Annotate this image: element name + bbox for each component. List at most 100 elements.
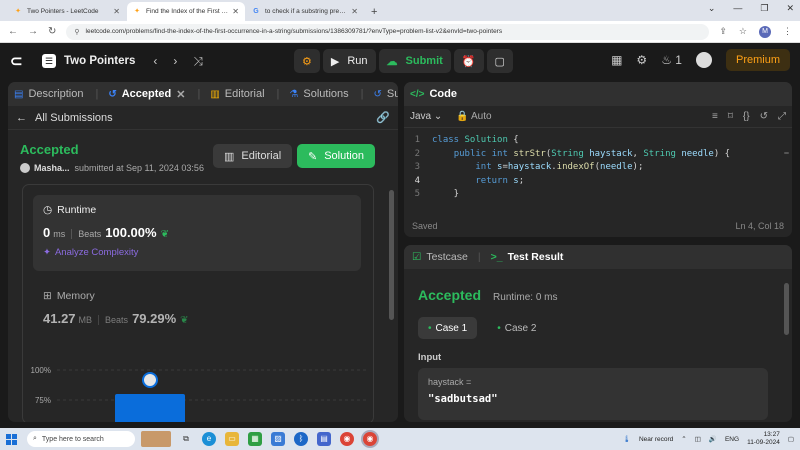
- tab-editorial[interactable]: ▥ Editorial: [210, 88, 264, 100]
- share-icon[interactable]: ⇪: [719, 26, 727, 37]
- submit-button[interactable]: ☁ Submit: [378, 49, 451, 73]
- performance-box: ◷ Runtime 0 ms Beats 100.00% ❦ ✦ Analyze C…: [22, 184, 374, 422]
- close-tab-icon[interactable]: ✕: [113, 7, 120, 16]
- leetcode-navbar: ⊂ ☰ Two Pointers ‹ › ⤨ ⚙ ▶ Run ☁ Submit ⏰ …: [0, 43, 800, 79]
- braces-icon[interactable]: {}: [743, 111, 750, 122]
- left-panel-scrollbar[interactable]: [389, 190, 394, 320]
- analyze-complexity-link[interactable]: ✦ Analyze Complexity: [43, 247, 351, 258]
- close-tab-icon[interactable]: ✕: [351, 7, 358, 16]
- runtime-distribution-chart: 100% 75%: [31, 366, 368, 422]
- bookmark-icon[interactable]: ⌑: [728, 111, 733, 122]
- edge-icon[interactable]: e: [202, 432, 216, 446]
- browser-tab-two-pointers[interactable]: ✦ Two Pointers - LeetCode ✕: [8, 2, 126, 21]
- file-explorer-icon[interactable]: ▭: [225, 432, 239, 446]
- chrome-active-icon[interactable]: ◉: [363, 432, 377, 446]
- windows-start-icon[interactable]: [6, 433, 17, 445]
- bluetooth-icon[interactable]: ᛒ: [294, 432, 308, 446]
- calendar-icon[interactable]: ▤: [317, 432, 331, 446]
- format-icon[interactable]: ≡: [712, 111, 718, 122]
- chevron-down-icon[interactable]: ⌄: [708, 3, 716, 14]
- task-view-icon[interactable]: ⧉: [179, 432, 193, 446]
- close-window-icon[interactable]: ✕: [786, 3, 794, 14]
- runtime-card[interactable]: ◷ Runtime 0 ms Beats 100.00% ❦ ✦ Analyze C…: [33, 195, 361, 271]
- user-avatar[interactable]: [695, 52, 712, 68]
- fullscreen-icon[interactable]: ⤢: [778, 111, 786, 122]
- arrow-left-icon[interactable]: ←: [16, 112, 27, 124]
- auto-mode-toggle[interactable]: 🔒 Auto: [456, 111, 491, 122]
- notifications-icon[interactable]: ▢: [788, 435, 794, 443]
- reset-icon[interactable]: ↺: [760, 111, 768, 122]
- tab-submissions[interactable]: ↺ Submission: [374, 88, 399, 100]
- solution-button[interactable]: ✎ Solution: [297, 144, 375, 168]
- submission-panel: ▤ Description | ↺ Accepted ✕ | ▥ Editorial |…: [8, 82, 398, 422]
- memory-beats-pct: 79.29%: [132, 311, 177, 326]
- back-icon[interactable]: ←: [8, 26, 18, 37]
- next-problem-icon[interactable]: ›: [173, 54, 177, 68]
- forward-icon[interactable]: →: [28, 26, 38, 37]
- site-info-icon[interactable]: ⚲: [74, 28, 79, 36]
- tab-testcase[interactable]: ☑ Testcase: [412, 251, 468, 263]
- layout-grid-icon[interactable]: ▦: [611, 53, 622, 67]
- url-field[interactable]: ⚲ leetcode.com/problems/find-the-index-o…: [66, 23, 710, 40]
- test-panel: ☑ Testcase | >_ Test Result Accepted Runti…: [404, 245, 792, 422]
- book-icon: ▥: [210, 88, 220, 100]
- reload-icon[interactable]: ↻: [48, 26, 56, 37]
- editorial-button[interactable]: ▥ Editorial: [213, 144, 293, 168]
- minimize-icon[interactable]: —: [733, 3, 742, 14]
- chevron-up-icon[interactable]: ⌃: [681, 435, 686, 443]
- search-highlight-image[interactable]: [141, 431, 171, 447]
- all-submissions-link[interactable]: All Submissions: [35, 112, 113, 124]
- case-2-tab[interactable]: • Case 2: [487, 317, 546, 339]
- tab-test-result[interactable]: >_ Test Result: [491, 251, 564, 263]
- gear-icon[interactable]: ⚙: [636, 53, 647, 67]
- case-1-tab[interactable]: • Case 1: [418, 317, 478, 339]
- language-select[interactable]: Java ⌄: [410, 111, 442, 122]
- more-menu-icon[interactable]: ⋮: [783, 26, 792, 37]
- tab-accepted[interactable]: ↺ Accepted ✕: [108, 88, 185, 101]
- chevron-down-icon: ⌄: [433, 111, 443, 122]
- leetcode-logo-icon[interactable]: ⊂: [10, 52, 28, 70]
- shuffle-icon[interactable]: ⤨: [193, 54, 203, 69]
- premium-button[interactable]: Premium: [725, 49, 790, 71]
- code-scrollbar[interactable]: [784, 152, 789, 154]
- taskbar-search[interactable]: ⌕ Type here to search: [27, 431, 135, 447]
- windows-taskbar: ⌕ Type here to search ⧉ e ▭ ▦ ▨ ᛒ ▤ ◉ ◉ …: [0, 428, 800, 450]
- link-icon[interactable]: 🔗: [376, 111, 390, 124]
- browser-tab-find-index[interactable]: ✦ Find the Index of the First Occurrence…: [127, 2, 245, 21]
- distribution-bar[interactable]: [115, 394, 185, 422]
- tab-solutions[interactable]: ⚗ Solutions: [289, 88, 348, 100]
- network-icon[interactable]: ◫: [695, 435, 701, 443]
- submitter-username[interactable]: Masha...: [34, 163, 70, 173]
- line-number: 2: [414, 148, 420, 159]
- lock-icon: 🔒: [456, 111, 469, 122]
- debug-button[interactable]: ⚙: [294, 49, 320, 73]
- close-tab-icon[interactable]: ✕: [232, 7, 239, 16]
- notes-button[interactable]: ▢: [486, 49, 513, 73]
- problem-list-title[interactable]: Two Pointers: [64, 55, 135, 67]
- tab-code[interactable]: </> Code: [410, 88, 457, 100]
- prev-problem-icon[interactable]: ‹: [153, 54, 157, 68]
- run-button[interactable]: ▶ Run: [322, 49, 376, 73]
- chrome-icon[interactable]: ◉: [340, 432, 354, 446]
- browser-tab-google-search[interactable]: G to check if a substring present in a s…: [246, 2, 364, 21]
- leaf-icon: ❦: [160, 229, 169, 240]
- code-editor[interactable]: 1 class Solution { 2 public int strStr(St…: [404, 128, 792, 202]
- test-panel-scrollbar[interactable]: [784, 283, 789, 335]
- weather-icon[interactable]: 🌡: [623, 435, 631, 443]
- profile-avatar[interactable]: M: [759, 25, 771, 38]
- language-indicator[interactable]: ENG: [725, 436, 739, 443]
- timer-button[interactable]: ⏰: [453, 49, 484, 73]
- volume-icon[interactable]: 🔊: [709, 435, 717, 443]
- maximize-icon[interactable]: ❐: [760, 3, 768, 14]
- store-icon[interactable]: ▦: [248, 432, 262, 446]
- close-tab-icon[interactable]: ✕: [176, 88, 185, 101]
- save-status: Saved: [412, 221, 438, 231]
- tab-description[interactable]: ▤ Description: [14, 88, 83, 100]
- new-tab-icon[interactable]: +: [365, 6, 383, 21]
- taskbar-clock[interactable]: 13:27 11-09-2024: [747, 431, 780, 447]
- weather-text[interactable]: Near record: [639, 436, 673, 443]
- bookmark-star-icon[interactable]: ☆: [739, 26, 747, 37]
- memory-card[interactable]: ⊞ Memory 41.27 MB Beats 79.29% ❦: [33, 281, 361, 341]
- streak-counter[interactable]: ♨ 1: [661, 53, 682, 67]
- photos-icon[interactable]: ▨: [271, 432, 285, 446]
